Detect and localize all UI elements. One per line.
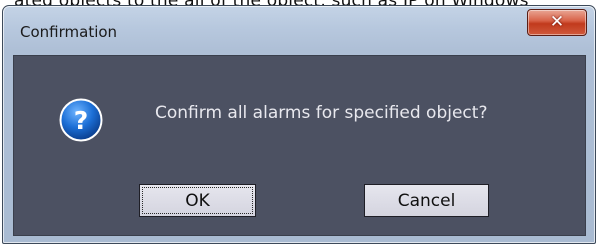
svg-text:?: ? [74,106,89,135]
dialog-message: Confirm all alarms for specified object? [155,103,488,123]
ok-button[interactable]: OK [139,184,256,217]
confirmation-dialog: Confirmation ✕ ? Confirm all alarms for … [2,5,596,244]
dialog-body: ? Confirm all alarms for specified objec… [13,55,586,236]
close-icon: ✕ [549,12,565,32]
cancel-button[interactable]: Cancel [364,184,489,217]
close-button[interactable]: ✕ [527,9,587,36]
dialog-title: Confirmation [20,23,118,41]
title-bar[interactable]: Confirmation ✕ [3,6,595,52]
question-icon: ? [59,98,103,142]
